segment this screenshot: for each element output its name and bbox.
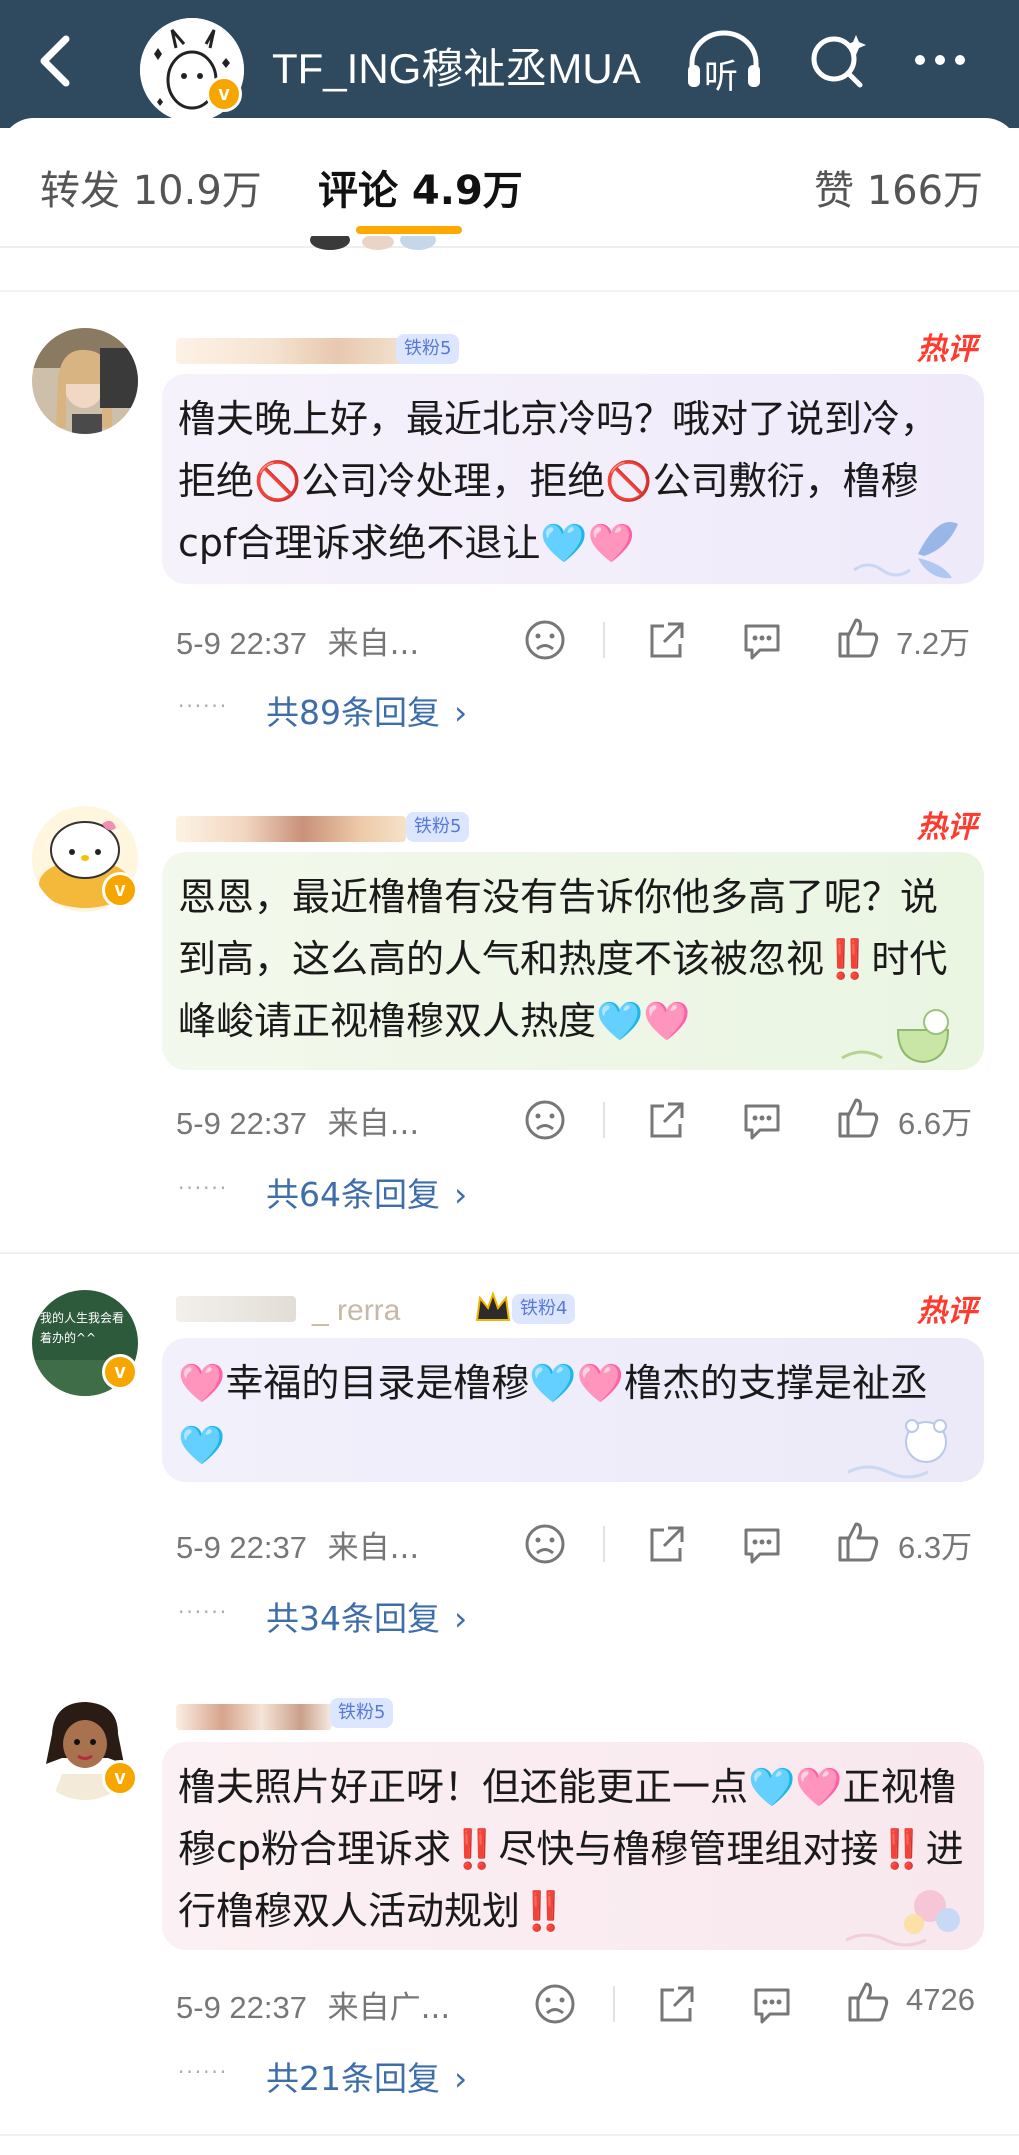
reply-dots: ······ [178, 1176, 229, 1200]
tab-bar: 转发 10.9万 评论 4.9万 赞 166万 [0, 118, 1019, 246]
avatar-caption: 我的人生我会看着办的^^ [40, 1311, 125, 1345]
reply-count: 共21条回复 [266, 2059, 440, 2098]
chevron-right-icon: › [454, 1599, 468, 1638]
previous-comment-edge [310, 236, 436, 250]
verified-badge-icon: v [102, 1760, 138, 1796]
commenter-avatar[interactable] [32, 328, 138, 434]
dislike-face-icon[interactable] [533, 1982, 577, 2026]
top-bar: v TF_ING穆祉丞MUA 听 [0, 0, 1019, 128]
commenter-name-obscured[interactable] [176, 816, 406, 842]
share-icon[interactable] [644, 1522, 688, 1566]
comment-bubble: 🩷幸福的目录是橹穆🩵🩷橹杰的支撑是祉丞🩵 [162, 1338, 984, 1482]
comment-icon[interactable] [740, 1098, 784, 1142]
comment-time: 5-9 22:37 [176, 1990, 307, 2025]
comment-bubble: 恩恩，最近橹橹有没有告诉你他多高了呢？说到高，这么高的人气和热度不该被忽视‼️时… [162, 852, 984, 1070]
comment-icon[interactable] [740, 618, 784, 662]
reply-dots: ······ [178, 2060, 229, 2084]
fan-level-badge: 铁粉5 [396, 334, 460, 364]
comment-time: 5-9 22:37 [176, 626, 307, 661]
comment-bubble: 橹夫照片好正呀！但还能更正一点🩵🩷正视橹穆cp粉合理诉求‼️尽快与橹穆管理组对接… [162, 1742, 984, 1950]
teacup-decoration-icon [841, 1009, 950, 1064]
hot-comment-label: 热评 [917, 1294, 977, 1329]
fan-level-badge: 铁粉5 [406, 812, 470, 842]
bear-decoration-icon [847, 1419, 947, 1479]
view-replies-link[interactable]: 共89条回复 › [266, 686, 467, 734]
dislike-face-icon[interactable] [523, 618, 567, 662]
comment-source: 来自... [327, 1106, 420, 1142]
commenter-name-obscured[interactable] [176, 338, 406, 364]
more-button[interactable] [908, 25, 988, 95]
section-divider [0, 290, 1019, 292]
comment-source: 来自... [327, 626, 420, 662]
comment-bubble: 橹夫晚上好，最近北京冷吗？哦对了说到冷，拒绝🚫公司冷处理，拒绝🚫公司敷衍，橹穆 … [162, 374, 984, 584]
crown-icon [475, 1291, 511, 1321]
comment-meta: 5-9 22:37 来自... [176, 1522, 419, 1567]
butterfly-decoration-icon [853, 522, 958, 579]
more-dots-icon [915, 55, 965, 65]
comment-divider [0, 2134, 1019, 2136]
like-thumb-icon[interactable] [836, 1520, 880, 1564]
verified-badge-icon: v [102, 872, 138, 908]
comment-source: 来自... [327, 1530, 420, 1566]
comment-icon[interactable] [750, 1982, 794, 2026]
action-separator [603, 1102, 605, 1138]
listen-label: 听 [704, 57, 738, 97]
action-separator [613, 1986, 615, 2022]
verified-badge-icon: v [102, 1354, 138, 1390]
commenter-name-obscured[interactable] [176, 1704, 332, 1730]
like-count: 6.6万 [898, 1106, 973, 1141]
reply-count: 共34条回复 [266, 1599, 440, 1638]
share-icon[interactable] [644, 618, 688, 662]
dislike-face-icon[interactable] [523, 1098, 567, 1142]
tab-divider [0, 246, 1019, 248]
listen-button[interactable]: 听 [684, 25, 764, 97]
like-count: 4726 [906, 1982, 975, 2017]
page-title: TF_ING穆祉丞MUA [272, 45, 641, 92]
like-count: 7.2万 [896, 626, 971, 661]
reply-count: 共89条回复 [266, 693, 440, 732]
reply-dots: ······ [178, 1600, 229, 1624]
comment-source: 来自广... [327, 1990, 451, 2026]
like-thumb-icon[interactable] [836, 1096, 880, 1140]
back-arrow-icon [40, 35, 70, 87]
tab-comments[interactable]: 评论 4.9万 [318, 158, 523, 216]
search-icon [811, 35, 866, 88]
tab-likes[interactable]: 赞 166万 [814, 158, 983, 216]
comment-meta: 5-9 22:37 来自... [176, 1098, 419, 1143]
fan-level-badge: 铁粉5 [330, 1698, 394, 1728]
dislike-face-icon[interactable] [523, 1522, 567, 1566]
comment-time: 5-9 22:37 [176, 1106, 307, 1141]
view-replies-link[interactable]: 共21条回复 › [266, 2052, 467, 2100]
like-thumb-icon[interactable] [836, 616, 880, 660]
action-separator [603, 622, 605, 658]
hot-comment-label: 热评 [917, 332, 977, 367]
tab-indicator [356, 226, 462, 234]
commenter-name[interactable]: _ rerra [312, 1294, 400, 1328]
view-replies-link[interactable]: 共34条回复 › [266, 1592, 467, 1640]
search-button[interactable] [800, 25, 880, 95]
like-thumb-icon[interactable] [846, 1980, 890, 2024]
comment-meta: 5-9 22:37 来自广... [176, 1982, 450, 2027]
comment-meta: 5-9 22:37 来自... [176, 618, 419, 663]
like-count: 6.3万 [898, 1530, 973, 1565]
comment-time: 5-9 22:37 [176, 1530, 307, 1565]
reply-dots: ······ [178, 694, 229, 718]
hot-comment-label: 热评 [917, 810, 977, 845]
chevron-right-icon: › [454, 693, 468, 732]
back-button[interactable] [30, 25, 86, 95]
fan-level-badge: 铁粉4 [512, 1294, 576, 1324]
reply-count: 共64条回复 [266, 1175, 440, 1214]
verified-badge-icon: v [206, 76, 242, 112]
chevron-right-icon: › [454, 2059, 468, 2098]
flower-decoration-icon [845, 1890, 960, 1947]
share-icon[interactable] [644, 1098, 688, 1142]
comment-icon[interactable] [740, 1522, 784, 1566]
view-replies-link[interactable]: 共64条回复 › [266, 1168, 467, 1216]
tab-reposts[interactable]: 转发 10.9万 [40, 158, 262, 216]
chevron-right-icon: › [454, 1175, 468, 1214]
share-icon[interactable] [654, 1982, 698, 2026]
action-separator [603, 1526, 605, 1562]
commenter-name-obscured[interactable] [176, 1296, 296, 1322]
comment-divider [0, 1252, 1019, 1254]
